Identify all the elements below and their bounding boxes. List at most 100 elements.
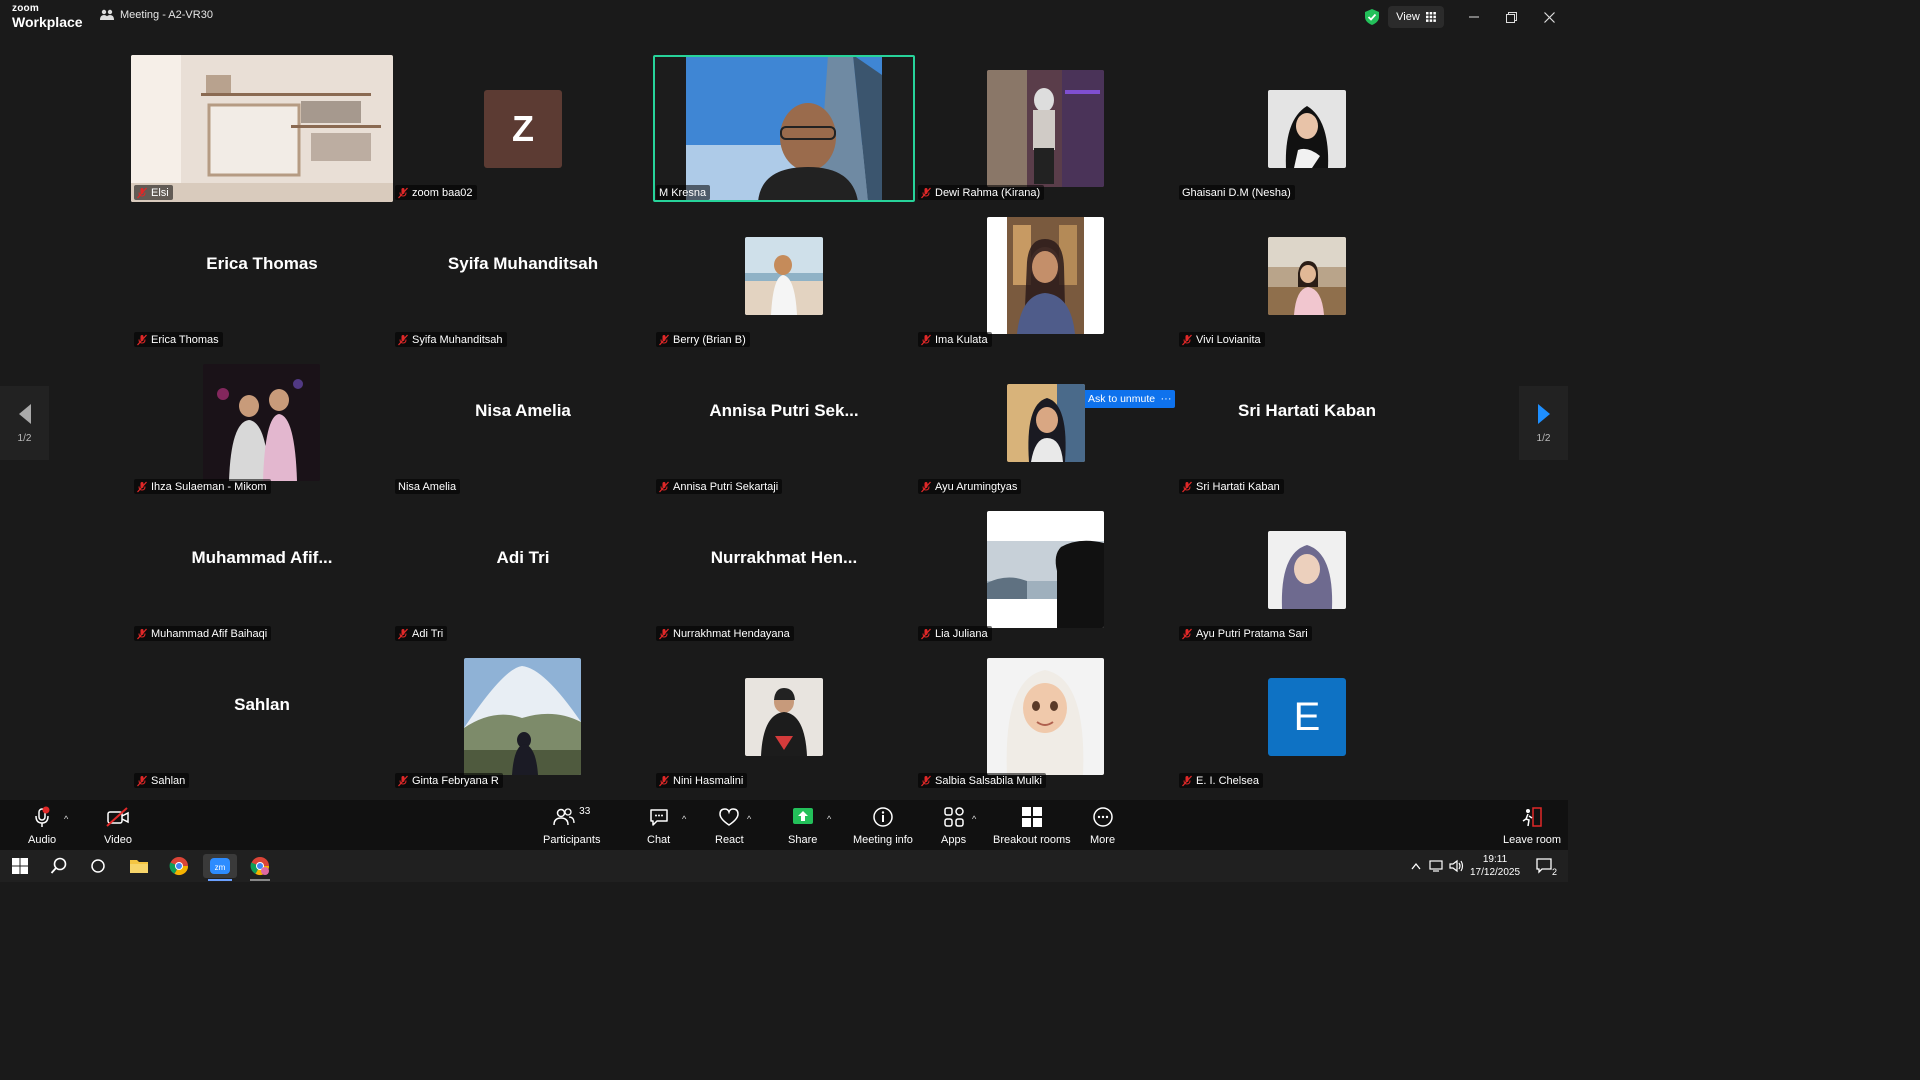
participants-icon <box>553 808 575 826</box>
minimize-icon[interactable] <box>1462 6 1486 28</box>
participant-name: Ghaisani D.M (Nesha) <box>1182 186 1291 199</box>
participant-tile-ayu-arumingtyas[interactable]: Ayu Arumingtyas <box>915 349 1177 496</box>
participant-display-name: Syifa Muhanditsah <box>447 254 599 273</box>
windows-start-icon[interactable] <box>6 854 34 878</box>
running-app-indicator <box>250 879 270 881</box>
audio-options-chevron-icon[interactable]: ^ <box>64 814 68 824</box>
avatar-letter: E <box>1293 694 1321 739</box>
participant-label: Sahlan <box>134 773 190 788</box>
participant-tile-chelsea[interactable]: E E. I. Chelsea <box>1176 643 1438 790</box>
active-app-indicator <box>208 879 232 881</box>
participants-button[interactable]: 33 Participants <box>543 806 600 846</box>
svg-text:zm: zm <box>215 863 226 872</box>
participant-tile-erica-thomas[interactable]: Erica Thomas Erica Thomas <box>131 202 393 349</box>
close-icon[interactable] <box>1537 6 1561 28</box>
participant-tile-ayu-putri[interactable]: Ayu Putri Pratama Sari <box>1176 496 1438 643</box>
speaker-icon[interactable] <box>1446 854 1468 878</box>
more-label: More <box>1090 834 1116 846</box>
participant-tile-dewi-rahma[interactable]: Dewi Rahma (Kirana) <box>915 55 1177 202</box>
participant-label: Syifa Muhanditsah <box>395 332 507 347</box>
arrow-left-icon <box>18 403 31 424</box>
shield-icon[interactable] <box>1362 7 1382 27</box>
share-options-chevron-icon[interactable]: ^ <box>827 814 831 824</box>
participant-tile-sahlan[interactable]: Sahlan Sahlan <box>131 643 393 790</box>
participant-display-name: Erica Thomas <box>206 254 318 273</box>
participant-tile-ihza[interactable]: Ihza Sulaeman - Mikom <box>131 349 393 496</box>
participant-tile-ghaisani[interactable]: Ghaisani D.M (Nesha) <box>1176 55 1438 202</box>
meeting-info-button[interactable]: Meeting info <box>853 806 913 846</box>
participant-tile-nisa-amelia[interactable]: Nisa Amelia Nisa Amelia <box>392 349 654 496</box>
zoom-logo: zoom Workplace <box>12 4 83 30</box>
apps-options-chevron-icon[interactable]: ^ <box>972 814 976 824</box>
participant-tile-sri-hartati[interactable]: Sri Hartati Kaban Sri Hartati Kaban <box>1176 349 1438 496</box>
participant-tile-adi-tri[interactable]: Adi Tri Adi Tri <box>392 496 654 643</box>
react-options-chevron-icon[interactable]: ^ <box>747 814 751 824</box>
react-button[interactable]: React <box>715 806 744 846</box>
breakout-rooms-button[interactable]: Breakout rooms <box>993 806 1071 846</box>
restore-icon[interactable] <box>1499 6 1523 28</box>
participant-tile-ginta[interactable]: Ginta Febryana R <box>392 643 654 790</box>
zoom-taskbar-icon[interactable]: zm <box>203 854 237 878</box>
participant-name: Ihza Sulaeman - Mikom <box>151 480 267 493</box>
participant-tile-annisa[interactable]: Annisa Putri Sek... Annisa Putri Sekarta… <box>653 349 915 496</box>
muted-mic-icon <box>137 481 147 492</box>
previous-page-button[interactable]: 1/2 <box>0 386 49 460</box>
participant-tile-lia-juliana[interactable]: Lia Juliana <box>915 496 1177 643</box>
chat-options-chevron-icon[interactable]: ^ <box>682 814 686 824</box>
audio-button[interactable]: Audio <box>28 806 56 846</box>
participant-name: Ima Kulata <box>935 333 988 346</box>
participant-tile-nurrakhmat[interactable]: Nurrakhmat Hen... Nurrakhmat Hendayana <box>653 496 915 643</box>
show-hidden-icons-chevron-icon[interactable] <box>1406 854 1426 878</box>
view-button[interactable]: View <box>1388 6 1444 28</box>
muted-mic-icon <box>659 775 669 786</box>
search-icon[interactable] <box>45 854 73 878</box>
chat-button[interactable]: Chat <box>647 806 670 846</box>
apps-button[interactable]: Apps <box>941 806 966 846</box>
participant-label: Ayu Arumingtyas <box>918 479 1022 494</box>
participant-tile-muhammad-afif[interactable]: Muhammad Afif... Muhammad Afif Baihaqi <box>131 496 393 643</box>
more-button[interactable]: More <box>1090 806 1115 846</box>
participant-display-name: Adi Tri <box>496 548 550 567</box>
participant-tile-zoom-baa02[interactable]: Z zoom baa02 <box>392 55 654 202</box>
participant-tile-syifa[interactable]: Syifa Muhanditsah Syifa Muhanditsah <box>392 202 654 349</box>
chrome-profile-icon[interactable] <box>246 854 274 878</box>
share-button[interactable]: Share <box>788 806 817 846</box>
participant-tile-vivi[interactable]: Vivi Lovianita <box>1176 202 1438 349</box>
muted-mic-icon <box>1182 628 1192 639</box>
avatar-letter: Z <box>512 108 534 149</box>
participant-name: Erica Thomas <box>151 333 219 346</box>
leave-room-button[interactable]: Leave room <box>1503 806 1561 846</box>
participant-label: Vivi Lovianita <box>1179 332 1265 347</box>
system-clock[interactable]: 19:11 17/12/2025 <box>1470 853 1520 879</box>
participant-tile-elsi[interactable]: Elsi <box>131 55 393 202</box>
chrome-icon[interactable] <box>165 854 193 878</box>
notification-center-icon[interactable]: 2 <box>1530 854 1560 878</box>
meeting-title[interactable]: Meeting - A2-VR30 <box>100 9 213 21</box>
task-view-icon[interactable] <box>84 854 112 878</box>
apps-icon <box>943 807 964 827</box>
participant-label: Ima Kulata <box>918 332 992 347</box>
video-button[interactable]: Video <box>104 806 132 846</box>
video-label: Video <box>104 834 132 846</box>
participants-label: Participants <box>543 834 601 846</box>
meeting-info-label: Meeting info <box>853 834 913 846</box>
network-icon[interactable] <box>1426 854 1448 878</box>
file-explorer-icon[interactable] <box>125 854 153 878</box>
participant-tile-berry[interactable]: Berry (Brian B) <box>653 202 915 349</box>
profile-photo <box>464 658 581 775</box>
next-page-button[interactable]: 1/2 <box>1519 386 1568 460</box>
muted-mic-icon <box>35 806 50 827</box>
muted-mic-icon <box>659 628 669 639</box>
participant-tile-nini[interactable]: Nini Hasmalini <box>653 643 915 790</box>
profile-photo <box>987 658 1104 775</box>
participant-label: Salbia Salsabila Mulki <box>918 773 1046 788</box>
meeting-toolbar: Audio ^ Video 33 Participants Chat ^ Rea… <box>0 800 1568 850</box>
participant-label: Nisa Amelia <box>395 479 461 494</box>
participant-tile-ima-kulata[interactable]: Ima Kulata <box>915 202 1177 349</box>
participant-label: zoom baa02 <box>395 185 477 200</box>
video-off-icon <box>106 807 129 827</box>
participant-tile-salbia[interactable]: Salbia Salsabila Mulki <box>915 643 1177 790</box>
participant-name: Lia Juliana <box>935 627 988 640</box>
participant-tile-m-kresna[interactable]: M Kresna <box>653 55 915 202</box>
participant-label: Ihza Sulaeman - Mikom <box>134 479 271 494</box>
